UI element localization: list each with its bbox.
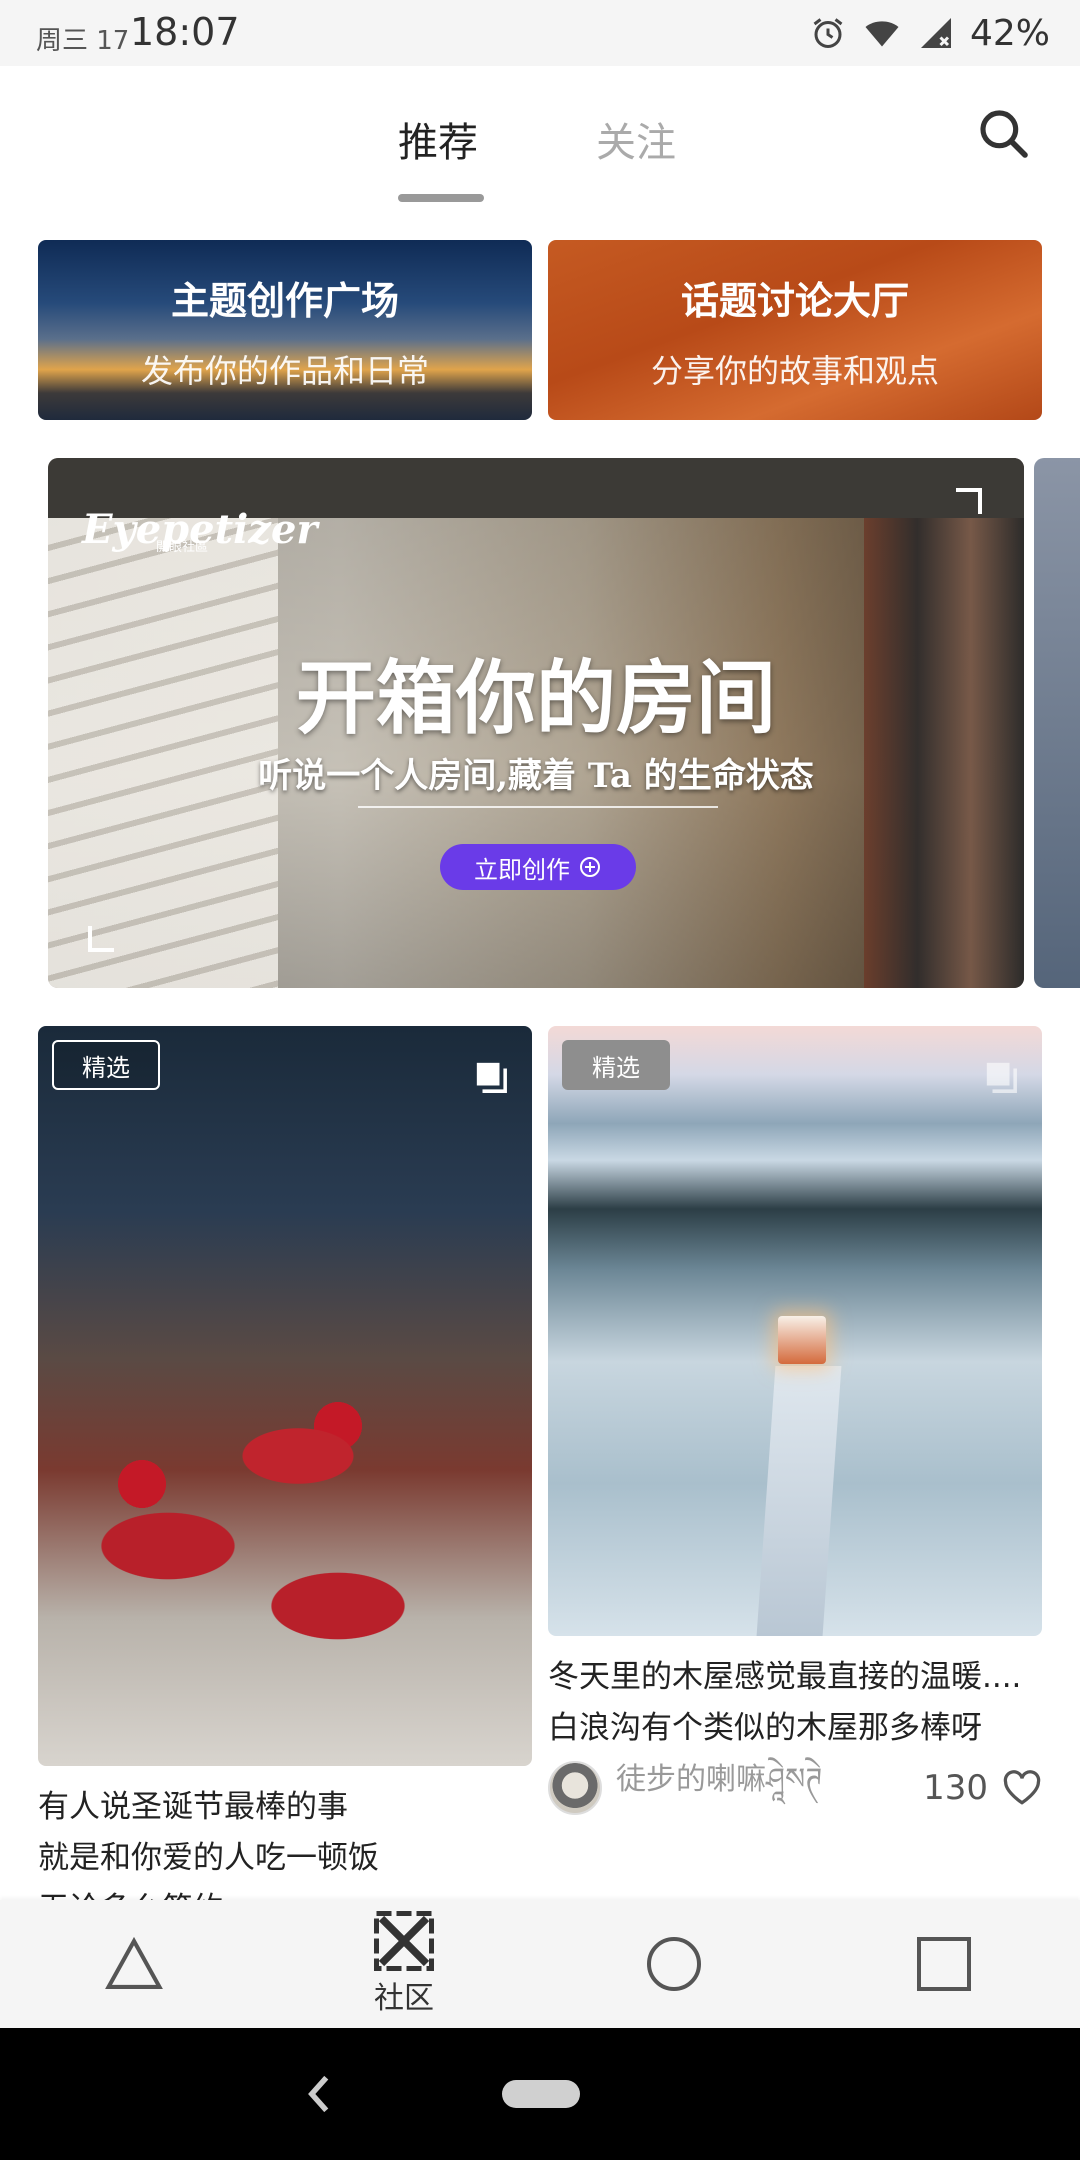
tab-recommend[interactable]: 推荐 — [398, 110, 478, 168]
nav-community[interactable]: 社区 — [304, 1900, 504, 2028]
circle-icon — [647, 1937, 701, 1991]
image-detail — [778, 1316, 826, 1364]
card-title: 冬天里的木屋感觉最直接的温暖....白浪沟有个类似的木屋那多棒呀 — [548, 1659, 1022, 1746]
battery-level: 42% — [969, 12, 1050, 54]
nav-home[interactable] — [34, 1900, 234, 2028]
entry-title: 主题创作广场 — [170, 279, 399, 323]
featured-badge: 精选 — [52, 1040, 160, 1090]
avatar[interactable] — [548, 1761, 602, 1815]
back-icon[interactable] — [306, 2074, 332, 2114]
alarm-icon — [813, 18, 843, 48]
banner-title: 开箱你的房间 — [296, 652, 776, 745]
corner-mark-icon — [88, 926, 114, 952]
plus-circle-icon — [580, 857, 600, 877]
banner-divider — [358, 806, 718, 808]
tab-indicator — [398, 194, 484, 202]
home-pill[interactable] — [502, 2080, 580, 2108]
nav-circle[interactable] — [574, 1900, 774, 2028]
topic-discussion-hall-card[interactable]: 话题讨论大厅 分享你的故事和观点 — [548, 240, 1042, 420]
like-count: 130 — [923, 1768, 988, 1808]
signal-icon — [920, 18, 951, 48]
create-now-button[interactable]: 立即创作 — [440, 844, 636, 890]
card-meta: 徒步的喇嘛ཤཱེསཊེ 130 — [548, 1758, 1042, 1818]
next-banner-peek[interactable] — [1034, 458, 1080, 988]
banner-subtitle: 听说一个人房间,藏着 Ta 的生命状态 — [258, 756, 814, 796]
feed-card[interactable]: 精选 冬天里的木屋感觉最直接的温暖....白浪沟有个类似的木屋那多棒呀 徒步的喇… — [548, 1026, 1042, 1818]
status-bar: 周三 17 18:07 42% — [0, 0, 1080, 66]
system-navigation-bar — [0, 2028, 1080, 2160]
create-now-label: 立即创作 — [474, 855, 570, 884]
search-icon[interactable] — [976, 106, 1032, 162]
wifi-icon — [865, 21, 899, 47]
logo-subtitle: 開眼社區 — [156, 540, 209, 555]
nav-square[interactable] — [844, 1900, 1044, 2028]
feed-card[interactable]: 精选 有人说圣诞节最棒的事 就是和你爱的人吃一顿饭 无论多么简约 — [38, 1026, 532, 1935]
card-image-cake[interactable]: 精选 — [38, 1026, 532, 1766]
heart-icon[interactable] — [1002, 1770, 1042, 1806]
corner-mark-icon — [956, 488, 982, 514]
entry-subtitle: 发布你的作品和日常 — [140, 352, 429, 390]
status-time: 18:07 — [130, 10, 240, 54]
square-icon — [917, 1937, 971, 1991]
promo-banner[interactable]: Eyepetizer 開眼社區 开箱你的房间 听说一个人房间,藏着 Ta 的生命… — [48, 458, 1024, 988]
card-image-snow-cabin[interactable]: 精选 — [548, 1026, 1042, 1636]
nav-community-label: 社区 — [374, 1981, 434, 2016]
image-detail — [756, 1366, 842, 1636]
status-date: 周三 17 — [36, 26, 130, 56]
triangle-icon — [105, 1936, 163, 1989]
entry-title: 话题讨论大厅 — [680, 279, 909, 323]
theme-creation-square-card[interactable]: 主题创作广场 发布你的作品和日常 — [38, 240, 532, 420]
community-x-icon — [374, 1911, 434, 1971]
top-tab-bar: 推荐 关注 — [0, 66, 1080, 216]
entry-subtitle: 分享你的故事和观点 — [650, 352, 939, 390]
status-icons: 42% — [810, 8, 1050, 58]
author-name[interactable]: 徒步的喇嘛ཤཱེསཊེ — [616, 1746, 923, 1830]
featured-badge: 精选 — [562, 1040, 670, 1090]
bottom-nav: 社区 — [0, 1900, 1080, 2028]
multi-image-icon — [986, 1062, 1017, 1093]
multi-image-icon — [476, 1062, 507, 1093]
tab-follow[interactable]: 关注 — [596, 110, 676, 168]
